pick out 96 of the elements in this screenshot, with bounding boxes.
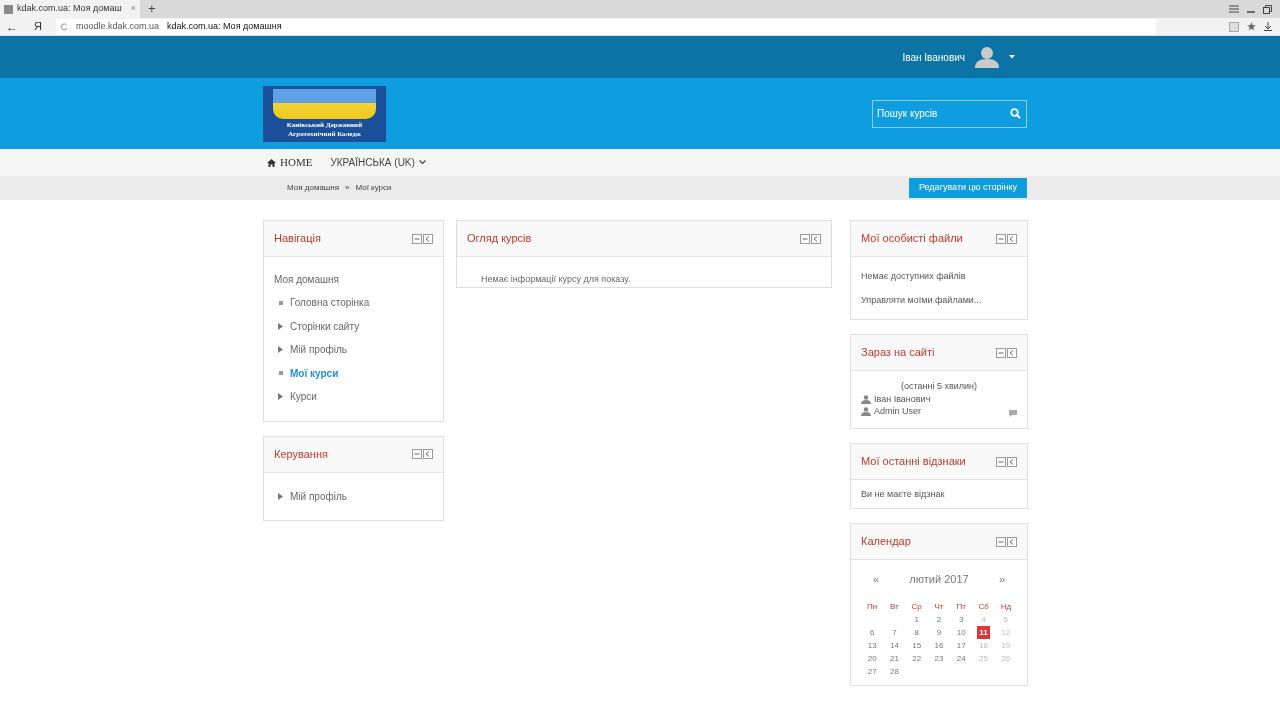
new-tab-button[interactable]: + (148, 0, 156, 18)
weekday-label: Нд (999, 600, 1013, 613)
calendar-day[interactable]: 22 (910, 651, 924, 665)
menu-icon[interactable] (1229, 5, 1239, 13)
user-name[interactable]: Іван Іванович (902, 49, 965, 65)
badges-message: Ви не маєте відзнак (861, 488, 946, 501)
calendar-day[interactable]: 1 (910, 612, 923, 626)
calendar-day[interactable]: 7 (888, 625, 901, 639)
block-title: Календар (861, 534, 911, 550)
manage-files-link[interactable]: Управляти моїми файлами... (861, 288, 1017, 312)
reload-icon (59, 22, 68, 31)
navigation-link[interactable]: Курси (290, 389, 317, 405)
user-icon (861, 394, 871, 404)
url-host: moodle.kdak.com.ua (75, 19, 159, 33)
block-title: Зараз на сайті (861, 345, 935, 361)
page-icon (4, 4, 13, 14)
online-period: (останні 5 хвилин) (900, 380, 978, 393)
home-icon (267, 158, 276, 167)
browser-tab[interactable]: kdak.com.ua: Моя домаш × (0, 0, 140, 18)
download-icon[interactable] (1264, 22, 1272, 31)
navigation-link[interactable]: Головна сторінка (290, 295, 370, 311)
breadcrumb-link[interactable]: Мої курси (355, 182, 392, 194)
block-controls-icon[interactable] (996, 233, 1017, 244)
edit-page-button[interactable]: Редагувати цю сторінку (908, 178, 1027, 198)
calendar-day[interactable]: 3 (955, 612, 968, 626)
weekday-label: Чт (933, 600, 945, 613)
chevron-icon (418, 160, 426, 165)
navigation-root[interactable]: Моя домашня (274, 267, 433, 291)
block-title: Мої останні відзнаки (861, 454, 966, 470)
address-bar[interactable]: moodle.kdak.com.ua kdak.com.ua: Моя домашня (55, 18, 1156, 35)
block-controls-icon[interactable] (996, 536, 1017, 547)
restore-icon[interactable] (1263, 4, 1272, 14)
course-search-field[interactable]: Пошук курсів (872, 99, 1027, 128)
calendar-day[interactable]: 16 (932, 638, 946, 652)
search-icon[interactable] (1010, 107, 1021, 119)
previous-month-link[interactable]: « (873, 571, 880, 588)
block-controls-icon[interactable] (800, 233, 821, 244)
calendar-day[interactable]: 27 (865, 664, 879, 678)
calendar-day[interactable]: 15 (910, 638, 924, 652)
calendar-day[interactable]: 17 (954, 638, 968, 652)
expand-arrow-icon (278, 346, 283, 354)
online-user-link[interactable]: Іван Іванович (874, 393, 931, 405)
calendar-day[interactable]: 28 (887, 664, 901, 678)
calendar-day[interactable]: 9 (933, 625, 945, 639)
expand-arrow-icon (278, 393, 283, 401)
calendar-day[interactable]: 24 (954, 651, 968, 665)
calendar-day[interactable]: 13 (865, 638, 879, 652)
weekday-label: Вт (889, 600, 900, 613)
page-title: kdak.com.ua: Моя домашня (167, 19, 282, 33)
star-icon[interactable] (1247, 22, 1256, 31)
calendar-day[interactable]: 23 (932, 651, 946, 665)
block-controls-icon[interactable] (412, 233, 433, 244)
language-menu[interactable]: УКРАЇНСЬКА (UK) (330, 155, 426, 170)
weekday-label: Сб (977, 600, 990, 613)
expand-arrow-icon (278, 492, 283, 500)
extension-icon[interactable] (1229, 21, 1239, 32)
home-link[interactable]: HOME (267, 154, 313, 171)
calendar-day[interactable]: 11 (977, 625, 990, 639)
calendar-day[interactable]: 10 (954, 625, 968, 639)
block-title: Мої особисті файли (861, 231, 963, 247)
navigation-link[interactable]: Мої курси (290, 365, 339, 381)
bullet-icon (278, 300, 283, 305)
close-tab-button[interactable]: × (130, 2, 136, 16)
caret-icon[interactable] (1009, 55, 1015, 59)
calendar-day[interactable]: 20 (865, 651, 879, 665)
block-controls-icon[interactable] (412, 449, 433, 459)
navigation-link[interactable]: Мій профіль (290, 488, 347, 504)
calendar-day[interactable]: 21 (887, 651, 901, 665)
block-title: Огляд курсів (467, 231, 532, 247)
calendar-month: лютий 2017 (909, 572, 969, 587)
file-status-text: Немає доступних файлів (861, 270, 967, 283)
message-icon[interactable] (1009, 409, 1017, 417)
calendar-day[interactable]: 2 (933, 612, 945, 626)
calendar-day[interactable]: 6 (866, 625, 879, 639)
navigation-link[interactable]: Мій профіль (290, 342, 347, 358)
expand-arrow-icon (278, 322, 283, 330)
online-user-link[interactable]: Admin User (874, 405, 921, 417)
calendar-day[interactable]: 14 (887, 638, 901, 652)
breadcrumb-separator: » (345, 182, 350, 194)
browser-logo[interactable]: Я (34, 18, 42, 35)
block-title: Навігація (274, 231, 321, 247)
back-button[interactable]: ← (6, 17, 18, 36)
avatar-icon[interactable] (973, 46, 1001, 68)
breadcrumb-link[interactable]: Моя домашня (287, 182, 339, 194)
block-title: Керування (274, 446, 328, 462)
weekday-label: Пн (866, 600, 879, 613)
bullet-icon (278, 371, 283, 376)
block-controls-icon[interactable] (996, 347, 1017, 358)
block-controls-icon[interactable] (996, 456, 1017, 467)
weekday-label: Пт (955, 600, 967, 613)
user-icon (861, 406, 871, 416)
next-month-link[interactable]: » (998, 571, 1005, 588)
calendar-day[interactable]: 8 (910, 625, 923, 639)
empty-message: Немає інформації курсу для показу. (481, 274, 631, 284)
navigation-link[interactable]: Сторінки сайту (290, 318, 360, 334)
weekday-label: Ср (910, 600, 923, 613)
